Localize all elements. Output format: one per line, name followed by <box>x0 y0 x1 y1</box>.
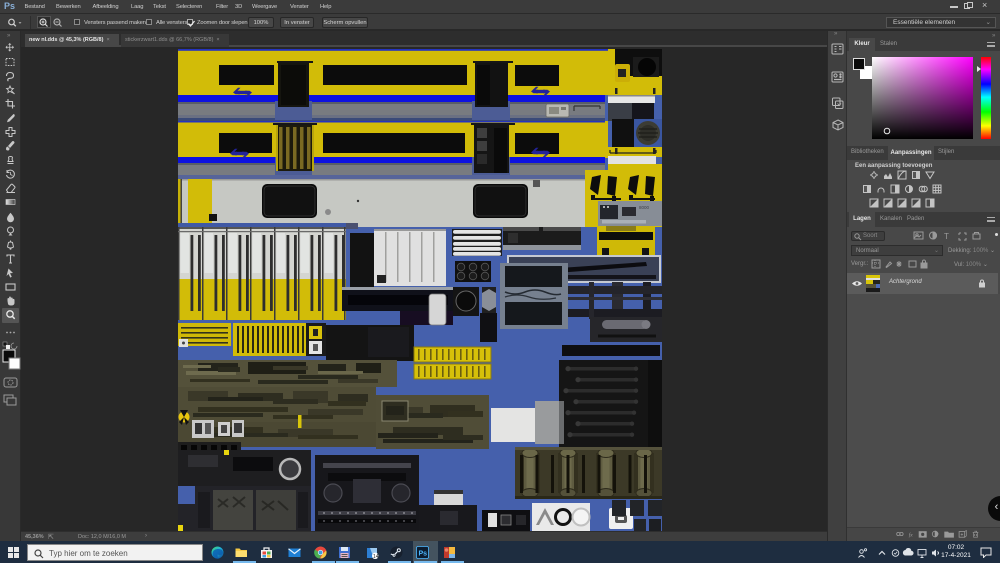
svg-text:8000: 8000 <box>639 205 650 210</box>
svg-text:fx: fx <box>909 531 914 538</box>
svg-text:14: 14 <box>373 553 379 558</box>
svg-text:Ps: Ps <box>419 550 428 557</box>
svg-text:T: T <box>944 232 949 241</box>
